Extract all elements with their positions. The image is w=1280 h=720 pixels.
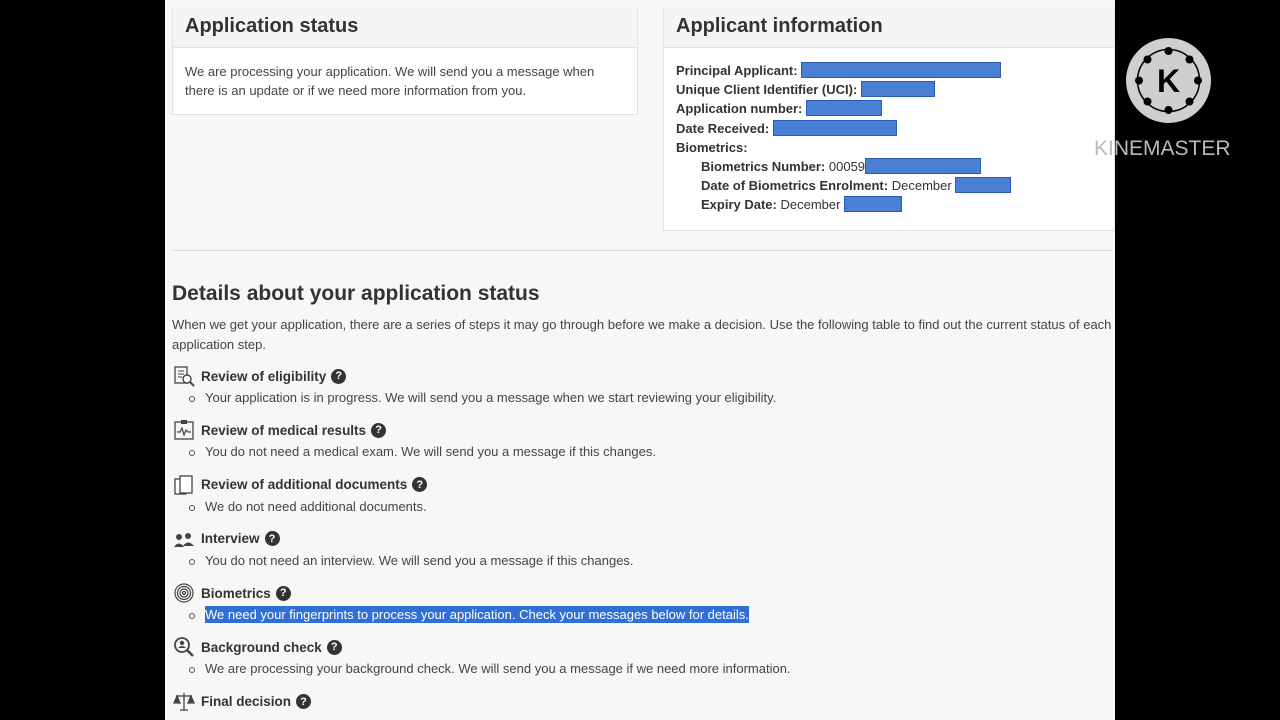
biometrics-enrolment-label: Date of Biometrics Enrolment: bbox=[701, 178, 889, 194]
redaction-box bbox=[772, 119, 897, 136]
details-intro: When we get your application, there are … bbox=[172, 317, 1112, 352]
date-received-row: Date Received: bbox=[676, 119, 1102, 138]
step-description: We do not need additional documents. bbox=[172, 497, 1115, 517]
selected-text: We need your fingerprints to process you… bbox=[205, 606, 749, 624]
step-description: You do not need an interview. We will se… bbox=[172, 551, 1115, 571]
uci-label: Unique Client Identifier (UCI): bbox=[676, 82, 858, 98]
scales-icon bbox=[172, 691, 196, 713]
medical-icon bbox=[172, 419, 196, 441]
step-final-decision: Final decision ? bbox=[172, 691, 1115, 720]
help-icon[interactable]: ? bbox=[331, 368, 347, 384]
biometrics-row: Biometrics: bbox=[676, 138, 1102, 157]
biometrics-number-row: Biometrics Number: 00059 bbox=[676, 157, 1102, 176]
browser-page: Application status We are processing you… bbox=[165, 0, 1115, 720]
details-title: Details about your application status bbox=[172, 282, 540, 305]
help-icon[interactable]: ? bbox=[326, 639, 342, 655]
background-check-icon bbox=[172, 636, 196, 658]
fingerprint-icon bbox=[172, 582, 196, 604]
help-icon[interactable]: ? bbox=[371, 422, 387, 438]
step-description: You do not need a medical exam. We will … bbox=[172, 442, 1115, 462]
step-title: Background check bbox=[201, 639, 322, 655]
application-status-title: Application status bbox=[185, 15, 359, 37]
biometrics-number-label: Biometrics Number: bbox=[701, 158, 826, 174]
step-description: We are processing your background check.… bbox=[172, 659, 1115, 679]
help-icon[interactable]: ? bbox=[275, 585, 291, 601]
application-number-label: Application number: bbox=[676, 101, 803, 117]
step-title: Review of eligibility bbox=[201, 368, 327, 384]
help-icon[interactable]: ? bbox=[296, 694, 312, 710]
step-description: Your application is in progress. We will… bbox=[172, 388, 1115, 408]
biometrics-number-value: 00059 bbox=[828, 158, 866, 174]
applicant-information-header: Applicant information bbox=[664, 7, 1114, 48]
redaction-box bbox=[865, 157, 982, 174]
interview-icon bbox=[172, 528, 196, 550]
step-title: Biometrics bbox=[201, 585, 271, 601]
redaction-box bbox=[844, 196, 903, 213]
biometrics-label: Biometrics: bbox=[676, 139, 748, 155]
date-received-label: Date Received: bbox=[676, 120, 770, 136]
biometrics-enrolment-row: Date of Biometrics Enrolment: December bbox=[676, 176, 1102, 195]
details-section: Details about your application status Wh… bbox=[172, 282, 1115, 720]
application-status-panel: Application status We are processing you… bbox=[172, 7, 638, 115]
step-interview: Interview ? You do not need an interview… bbox=[172, 528, 1115, 582]
redaction-box bbox=[801, 62, 1002, 78]
redaction-box bbox=[806, 100, 883, 117]
help-icon[interactable]: ? bbox=[264, 531, 280, 547]
step-review-of-eligibility: Review of eligibility ? Your application… bbox=[172, 365, 1115, 419]
expiry-date-row: Expiry Date: December bbox=[676, 195, 1102, 214]
step-biometrics: Biometrics ? We need your fingerprints t… bbox=[172, 582, 1115, 636]
documents-icon bbox=[172, 474, 196, 496]
step-review-of-medical-results: Review of medical results ? You do not n… bbox=[172, 419, 1115, 473]
expiry-date-value: December bbox=[780, 197, 841, 213]
step-background-check: Background check ? We are processing you… bbox=[172, 636, 1115, 690]
help-icon[interactable]: ? bbox=[412, 477, 428, 493]
eligibility-icon bbox=[172, 365, 196, 387]
application-status-header: Application status bbox=[173, 7, 637, 48]
step-description: We need your fingerprints to process you… bbox=[172, 605, 1115, 625]
application-status-message: We are processing your application. We w… bbox=[185, 64, 595, 98]
redaction-box bbox=[955, 177, 1012, 194]
biometrics-enrolment-value: December bbox=[891, 178, 952, 194]
principal-applicant-row: Principal Applicant: bbox=[676, 61, 1102, 80]
step-title: Final decision bbox=[201, 694, 292, 710]
section-divider bbox=[172, 250, 1112, 251]
uci-row: Unique Client Identifier (UCI): bbox=[676, 80, 1102, 99]
expiry-date-label: Expiry Date: bbox=[701, 197, 777, 213]
step-title: Review of additional documents bbox=[201, 477, 408, 493]
kinemaster-logo-letter: K bbox=[1157, 63, 1180, 99]
step-review-of-additional-documents: Review of additional documents ? We do n… bbox=[172, 474, 1115, 528]
step-title: Interview bbox=[201, 531, 260, 547]
applicant-information-title: Applicant information bbox=[676, 15, 883, 37]
applicant-information-panel: Applicant information Principal Applican… bbox=[663, 7, 1115, 231]
principal-applicant-label: Principal Applicant: bbox=[676, 63, 798, 78]
step-title: Review of medical results bbox=[201, 422, 367, 438]
kinemaster-logo: K bbox=[1126, 38, 1211, 123]
redaction-box bbox=[860, 81, 935, 98]
kinemaster-wordmark: KINEMASTER bbox=[1094, 137, 1231, 160]
application-number-row: Application number: bbox=[676, 99, 1102, 118]
